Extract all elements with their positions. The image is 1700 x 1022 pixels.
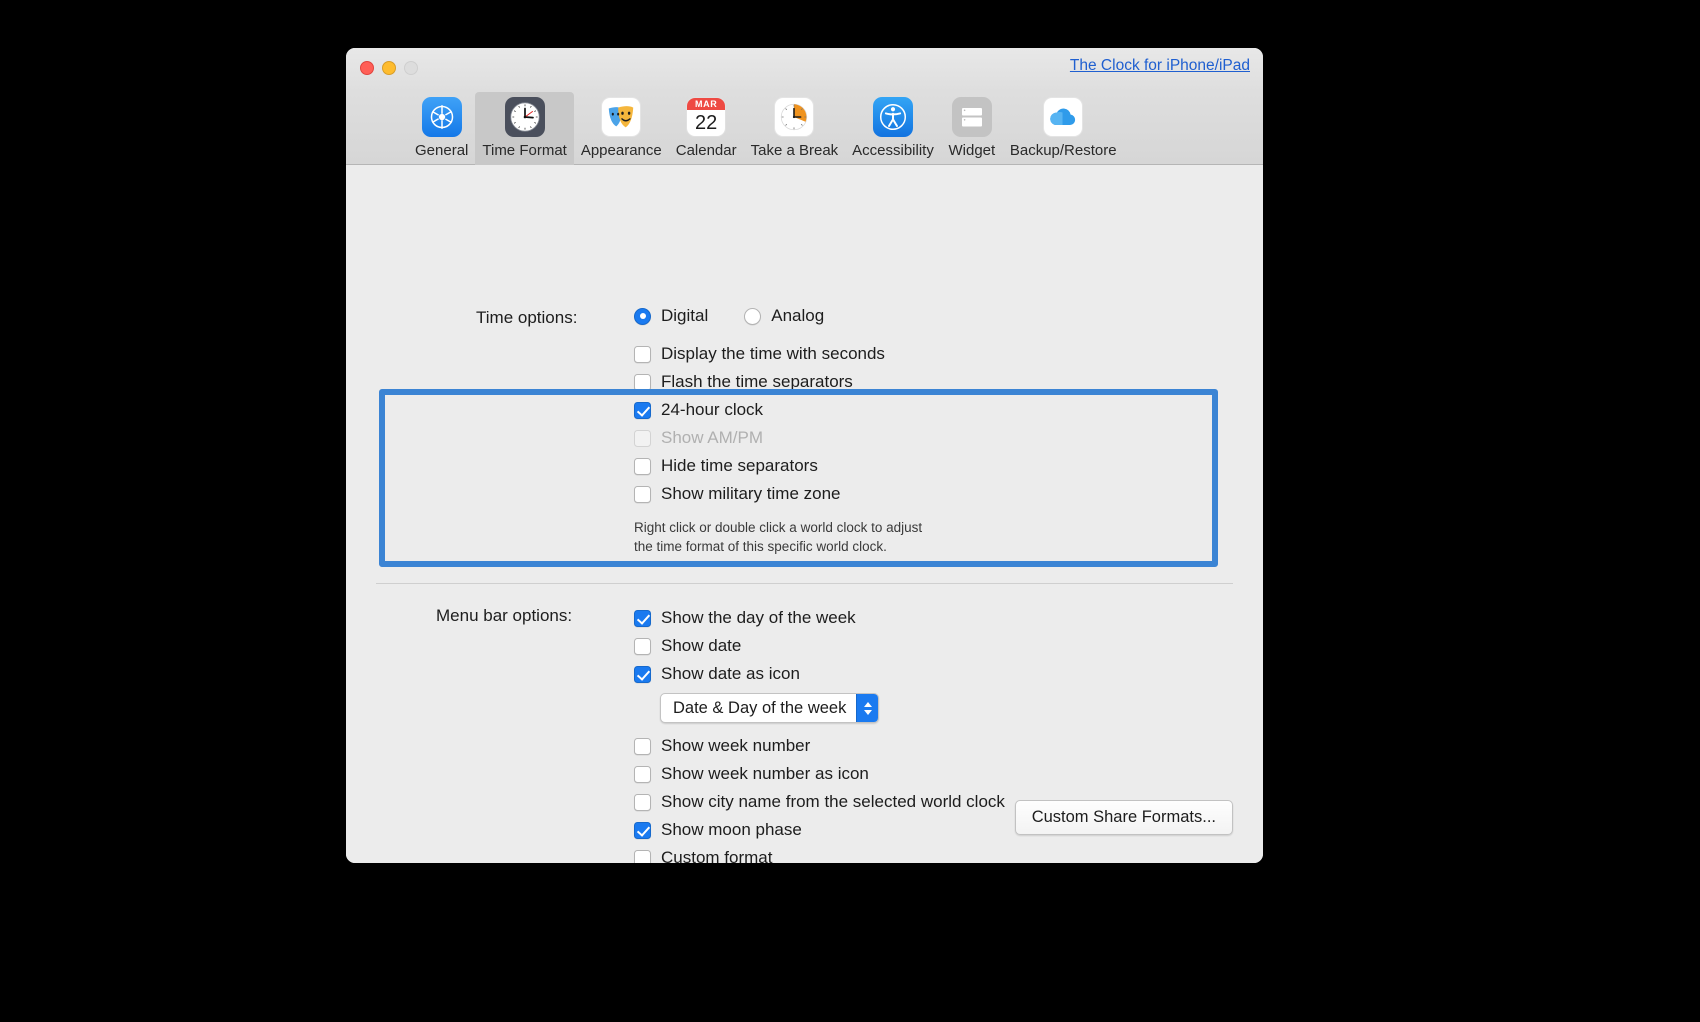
checkbox-custom-format[interactable] <box>634 849 651 863</box>
checkbox-show-day-of-week[interactable] <box>634 609 651 627</box>
checkbox-label: Display the time with seconds <box>661 344 885 363</box>
chevron-updown-icon[interactable] <box>856 694 879 722</box>
checkbox-label: Show date <box>661 636 742 655</box>
checkbox-label: Show the day of the week <box>661 608 856 627</box>
checkbox-show-week-number-as-icon[interactable] <box>634 765 651 783</box>
checkbox-row-show-week-number-as-icon[interactable]: Show week number as icon <box>634 760 869 788</box>
checkbox-label: Show date as icon <box>661 664 800 683</box>
toolbar-label: Appearance <box>580 142 662 159</box>
hint-line-1: Right click or double click a world cloc… <box>634 520 923 535</box>
checkbox-row-military-time-zone[interactable]: Show military time zone <box>634 480 841 508</box>
date-format-popup-value: Date & Day of the week <box>673 698 847 717</box>
checkbox-show-city-name[interactable] <box>634 793 651 811</box>
checkbox-row-flash-separators[interactable]: Flash the time separators <box>634 368 853 396</box>
toolbar-item-general[interactable]: General <box>408 92 475 162</box>
radio-analog[interactable] <box>744 307 762 325</box>
checkbox-label: Flash the time separators <box>661 372 853 391</box>
accessibility-icon <box>871 95 915 139</box>
radio-digital-label: Digital <box>661 306 709 325</box>
gear-icon <box>420 95 464 139</box>
toolbar-label: Backup/Restore <box>1009 142 1117 159</box>
checkbox-label: Hide time separators <box>661 456 818 475</box>
checkbox-show-date-as-icon[interactable] <box>634 665 651 683</box>
toolbar-item-accessibility[interactable]: Accessibility <box>845 92 941 162</box>
window-titlebar: The Clock for iPhone/iPad <box>346 48 1263 92</box>
window-controls <box>360 61 418 75</box>
toolbar-item-appearance[interactable]: Appearance <box>574 92 669 162</box>
checkbox-row-show-moon-phase[interactable]: Show moon phase <box>634 816 802 844</box>
toolbar-label: Accessibility <box>852 142 934 159</box>
checkbox-row-custom-format[interactable]: Custom format <box>634 844 772 863</box>
minimize-button[interactable] <box>382 61 396 75</box>
preferences-window: The Clock for iPhone/iPad General Time F… <box>346 48 1263 863</box>
toolbar-label: General <box>415 142 469 159</box>
checkbox-row-24-hour-clock[interactable]: 24-hour clock <box>634 396 763 424</box>
toolbar-item-widget[interactable]: Widget <box>941 92 1003 162</box>
checkbox-row-show-date[interactable]: Show date <box>634 632 741 660</box>
custom-share-formats-button[interactable]: Custom Share Formats... <box>1014 800 1233 835</box>
date-format-popup-button[interactable]: Date & Day of the week <box>660 693 880 723</box>
checkbox-24-hour-clock[interactable] <box>634 401 651 419</box>
screen: The Clock for iPhone/iPad General Time F… <box>0 0 1700 1022</box>
checkbox-label: Show military time zone <box>661 484 841 503</box>
checkbox-show-military-time-zone[interactable] <box>634 485 651 503</box>
radio-analog-label: Analog <box>771 306 825 325</box>
checkbox-label: Show city name from the selected world c… <box>661 792 1005 811</box>
close-button[interactable] <box>360 61 374 75</box>
toolbar-label: Calendar <box>675 142 737 159</box>
checkbox-show-am-pm <box>634 429 651 447</box>
calendar-icon: MAR 22 <box>684 95 728 139</box>
calendar-day: 22 <box>695 111 718 134</box>
toolbar-label: Widget <box>948 142 996 159</box>
cloud-icon <box>1041 95 1085 139</box>
checkbox-label: Custom format <box>661 848 773 863</box>
section-divider <box>376 583 1233 584</box>
checkbox-show-date[interactable] <box>634 637 651 655</box>
checkbox-row-hide-separators[interactable]: Hide time separators <box>634 452 818 480</box>
checkbox-row-display-seconds[interactable]: Display the time with seconds <box>634 340 885 368</box>
preferences-content: Time options: Digital Analog Display the… <box>346 165 1263 863</box>
widget-icon <box>950 95 994 139</box>
checkbox-show-moon-phase[interactable] <box>634 821 651 839</box>
checkbox-label: Show moon phase <box>661 820 802 839</box>
clock-icon <box>503 95 547 139</box>
promo-link[interactable]: The Clock for iPhone/iPad <box>1070 57 1250 75</box>
preferences-toolbar: General Time Format Appearance MAR 22 Ca… <box>346 92 1263 187</box>
checkbox-flash-separators[interactable] <box>634 373 651 391</box>
toolbar-item-backup-restore[interactable]: Backup/Restore <box>1003 92 1124 162</box>
checkbox-hide-time-separators[interactable] <box>634 457 651 475</box>
timer-icon <box>772 95 816 139</box>
checkbox-label: Show week number <box>661 736 811 755</box>
menu-bar-options-label: Menu bar options: <box>436 606 573 625</box>
zoom-button[interactable] <box>404 61 418 75</box>
checkbox-row-show-date-as-icon[interactable]: Show date as icon <box>634 660 800 688</box>
checkbox-row-show-week-number[interactable]: Show week number <box>634 732 810 760</box>
checkbox-label: Show AM/PM <box>661 428 764 447</box>
checkbox-row-show-city-name[interactable]: Show city name from the selected world c… <box>634 788 1005 816</box>
checkbox-label: Show week number as icon <box>661 764 869 783</box>
calendar-month: MAR <box>687 98 726 110</box>
time-options-hint: Right click or double click a world cloc… <box>634 518 922 556</box>
toolbar-label: Time Format <box>482 142 567 159</box>
checkbox-display-seconds[interactable] <box>634 345 651 363</box>
time-options-label: Time options: <box>476 308 578 327</box>
toolbar-label: Take a Break <box>750 142 839 159</box>
checkbox-row-show-day-of-week[interactable]: Show the day of the week <box>634 604 856 632</box>
theater-masks-icon <box>599 95 643 139</box>
radio-digital[interactable] <box>634 307 651 325</box>
checkbox-row-show-am-pm: Show AM/PM <box>634 424 763 452</box>
toolbar-item-take-a-break[interactable]: Take a Break <box>744 92 846 162</box>
hint-line-2: the time format of this specific world c… <box>634 539 887 554</box>
checkbox-show-week-number[interactable] <box>634 737 651 755</box>
toolbar-item-calendar[interactable]: MAR 22 Calendar <box>669 92 744 162</box>
checkbox-label: 24-hour clock <box>661 400 764 419</box>
